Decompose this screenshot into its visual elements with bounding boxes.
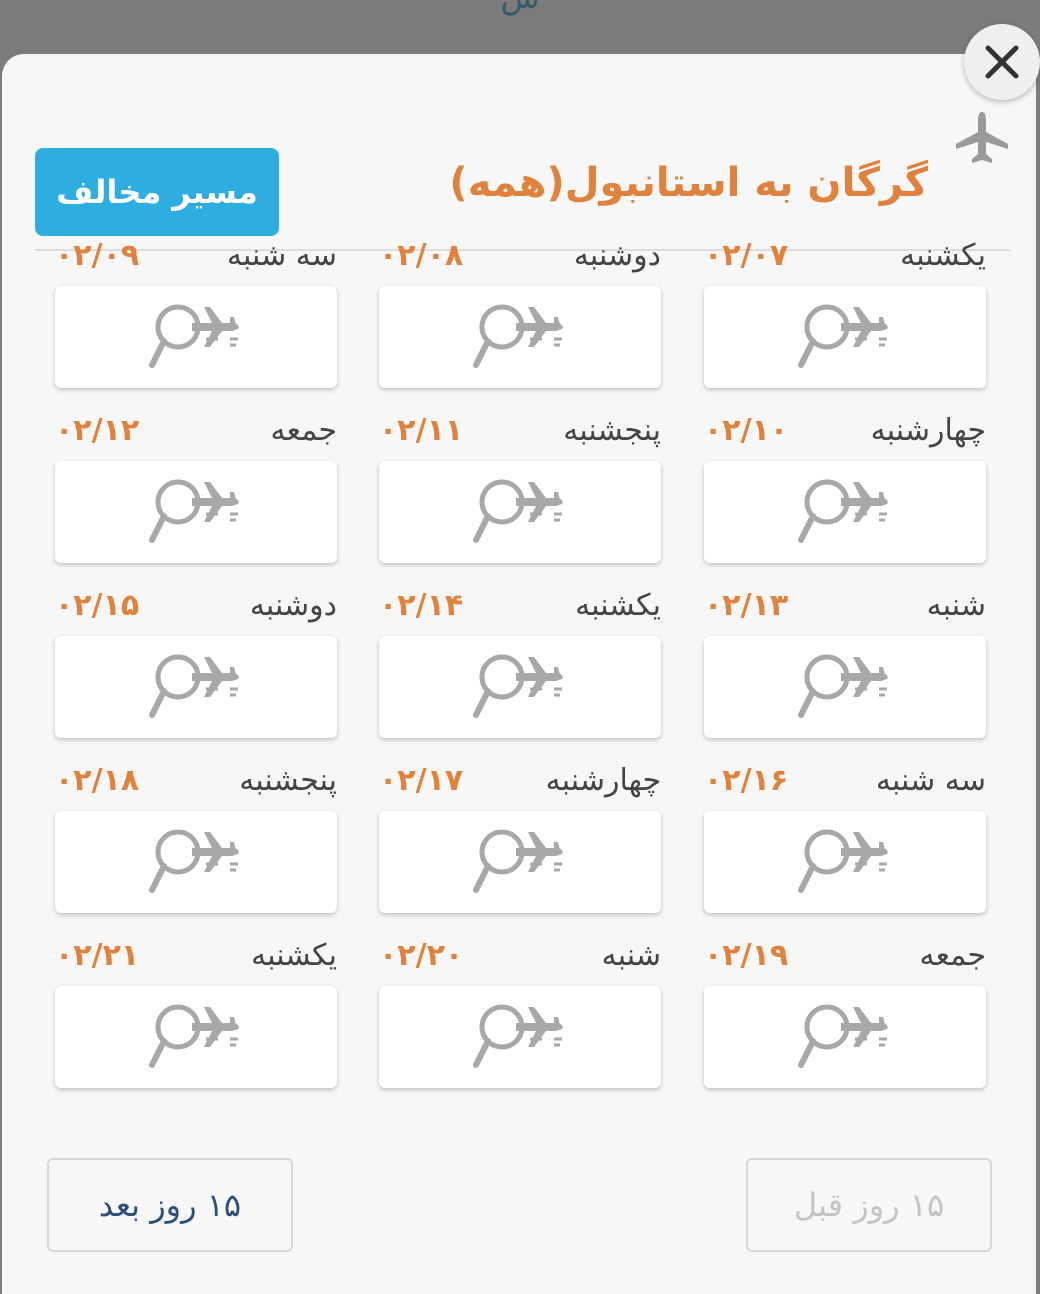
day-name: دوشنبه — [249, 588, 337, 623]
day-cell: جمعه ۰۲/۱۲ — [55, 413, 337, 563]
day-search-card[interactable] — [704, 636, 986, 738]
search-flight-icon — [797, 824, 893, 900]
day-search-card[interactable] — [379, 461, 661, 563]
day-date: ۰۲/۲۰ — [379, 938, 464, 973]
day-cell: دوشنبه ۰۲/۰۸ — [379, 238, 661, 388]
day-date: ۰۲/۱۲ — [55, 413, 140, 448]
day-cell: شنبه ۰۲/۲۰ — [379, 938, 661, 1088]
day-cell: یکشنبه ۰۲/۰۷ — [704, 238, 986, 388]
search-flight-icon — [472, 299, 568, 375]
search-flight-icon — [148, 649, 244, 725]
day-date: ۰۲/۲۱ — [55, 938, 140, 973]
day-search-card[interactable] — [379, 811, 661, 913]
search-flight-icon — [797, 649, 893, 725]
day-name: شنبه — [601, 938, 661, 973]
day-cell: دوشنبه ۰۲/۱۵ — [55, 588, 337, 738]
day-date: ۰۲/۰۹ — [55, 238, 140, 273]
day-name: جمعه — [919, 938, 986, 973]
day-search-card[interactable] — [379, 636, 661, 738]
day-date: ۰۲/۱۰ — [704, 413, 789, 448]
day-cell: پنجشنبه ۰۲/۱۸ — [55, 763, 337, 913]
day-date: ۰۲/۰۷ — [704, 238, 789, 273]
search-flight-icon — [797, 474, 893, 550]
day-name: پنجشنبه — [239, 763, 337, 798]
search-flight-icon — [148, 299, 244, 375]
search-flight-icon — [797, 299, 893, 375]
day-name: جمعه — [270, 413, 337, 448]
close-icon — [985, 45, 1019, 79]
day-name: پنجشنبه — [563, 413, 661, 448]
day-search-card[interactable] — [55, 811, 337, 913]
search-flight-icon — [797, 999, 893, 1075]
day-date: ۰۲/۱۶ — [704, 763, 789, 798]
day-name: شنبه — [926, 588, 986, 623]
day-cell: سه شنبه ۰۲/۰۹ — [55, 238, 337, 388]
day-cell: شنبه ۰۲/۱۳ — [704, 588, 986, 738]
days-grid: یکشنبه ۰۲/۰۷ دوشنبه ۰۲/۰۸ سه شنبه ۰۲/۰۹ چهارشن… — [0, 0, 1040, 1280]
search-flight-icon — [472, 649, 568, 725]
day-search-card[interactable] — [704, 811, 986, 913]
day-search-card[interactable] — [55, 286, 337, 388]
day-date: ۰۲/۱۱ — [379, 413, 464, 448]
prev-15-days-button[interactable]: ۱۵ روز قبل — [746, 1158, 992, 1252]
day-search-card[interactable] — [55, 461, 337, 563]
day-search-card[interactable] — [704, 986, 986, 1088]
search-flight-icon — [472, 824, 568, 900]
day-name: یکشنبه — [575, 588, 661, 623]
search-flight-icon — [148, 999, 244, 1075]
day-cell: سه شنبه ۰۲/۱۶ — [704, 763, 986, 913]
day-cell: چهارشنبه ۰۲/۱۰ — [704, 413, 986, 563]
day-name: یکشنبه — [251, 938, 337, 973]
day-date: ۰۲/۱۹ — [704, 938, 789, 973]
day-cell: چهارشنبه ۰۲/۱۷ — [379, 763, 661, 913]
day-date: ۰۲/۱۳ — [704, 588, 789, 623]
day-name: چهارشنبه — [870, 413, 986, 448]
close-button[interactable] — [964, 24, 1040, 100]
day-cell: یکشنبه ۰۲/۱۴ — [379, 588, 661, 738]
day-name: یکشنبه — [900, 238, 986, 273]
search-flight-icon — [472, 999, 568, 1075]
day-date: ۰۲/۱۷ — [379, 763, 464, 798]
day-name: دوشنبه — [573, 238, 661, 273]
next-15-days-button[interactable]: ۱۵ روز بعد — [47, 1158, 293, 1252]
search-flight-icon — [472, 474, 568, 550]
day-date: ۰۲/۱۸ — [55, 763, 140, 798]
day-search-card[interactable] — [704, 286, 986, 388]
day-date: ۰۲/۰۸ — [379, 238, 464, 273]
day-search-card[interactable] — [379, 286, 661, 388]
day-date: ۰۲/۱۵ — [55, 588, 140, 623]
day-cell: پنجشنبه ۰۲/۱۱ — [379, 413, 661, 563]
day-search-card[interactable] — [55, 636, 337, 738]
search-flight-icon — [148, 474, 244, 550]
day-search-card[interactable] — [55, 986, 337, 1088]
day-name: سه شنبه — [226, 238, 337, 273]
day-name: چهارشنبه — [545, 763, 661, 798]
day-date: ۰۲/۱۴ — [379, 588, 464, 623]
search-flight-icon — [148, 824, 244, 900]
day-name: سه شنبه — [875, 763, 986, 798]
day-cell: جمعه ۰۲/۱۹ — [704, 938, 986, 1088]
day-cell: یکشنبه ۰۲/۲۱ — [55, 938, 337, 1088]
day-search-card[interactable] — [704, 461, 986, 563]
day-search-card[interactable] — [379, 986, 661, 1088]
